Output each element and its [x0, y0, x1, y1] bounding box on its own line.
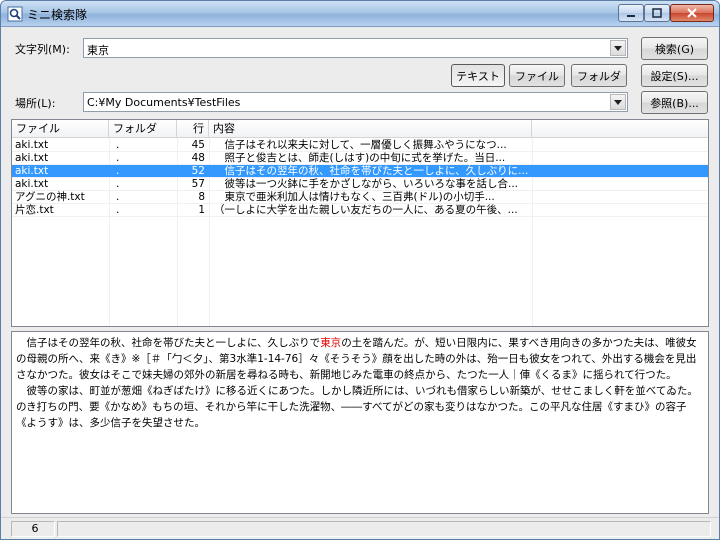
column-header-file[interactable]: ファイル	[12, 120, 109, 138]
table-row[interactable]: aki.txt. 52 信子はその翌年の秋、社命を帯びた夫と一しよに、久しぶりに.…	[12, 165, 708, 178]
column-header-content[interactable]: 内容	[209, 120, 532, 138]
cell-line: 52	[191, 165, 205, 177]
cell-file: aki.txt	[15, 139, 49, 151]
minimize-icon	[627, 15, 635, 17]
search-button[interactable]: 検索(G)	[641, 37, 708, 60]
cell-folder: .	[116, 165, 120, 177]
cell-line: 8	[198, 191, 205, 203]
cell-content: 彼等は一つ火鉢に手をかざしながら、いろいろな事を話し合...	[214, 178, 519, 190]
main-window: ミニ検索隊 文字列(M): 東京 検索(G) テキスト ファイル フォルダ 設定…	[0, 0, 720, 540]
status-message	[57, 521, 711, 537]
preview-text: 信子はその翌年の秋、社命を帯びた夫と一しよに、久しぶりで	[16, 337, 321, 349]
settings-button[interactable]: 設定(S)...	[641, 64, 708, 87]
cell-content: 東京で亜米利加人は情けもなく、三百弗(ドル)の小切手...	[214, 191, 495, 203]
place-combobox[interactable]: C:¥My Documents¥TestFiles	[83, 92, 628, 112]
chevron-down-icon	[614, 99, 622, 105]
close-icon	[687, 8, 697, 18]
cell-line: 48	[191, 152, 205, 164]
cell-folder: .	[116, 178, 120, 190]
table-row[interactable]: aki.txt. 48 照子と俊吉とは、師走(しはす)の中旬に式を挙げた。当日..…	[12, 152, 708, 165]
cell-file: アグニの神.txt	[15, 191, 85, 203]
cell-folder: .	[116, 139, 120, 151]
results-list[interactable]: ファイル フォルダ 行 内容 aki.txt. 45 信子はそれ以来夫に対して、一…	[11, 119, 709, 327]
text-mode-button[interactable]: テキスト	[451, 64, 505, 87]
cell-line: 45	[191, 139, 205, 151]
minimize-button[interactable]	[618, 4, 644, 22]
status-bar: 6	[1, 517, 719, 539]
table-row[interactable]: アグニの神.txt. 8 東京で亜米利加人は情けもなく、三百弗(ドル)の小切手..…	[12, 191, 708, 204]
text-field-label: 文字列(M):	[15, 43, 70, 56]
preview-paragraph: 信子はその翌年の秋、社命を帯びた夫と一しよに、久しぶりで東京の土を踏んだ。が、短…	[16, 335, 704, 383]
table-row[interactable]: aki.txt. 57 彼等は一つ火鉢に手をかざしながら、いろいろな事を話し合..…	[12, 178, 708, 191]
cell-content: （一しよに大学を出た親しい友だちの一人に、ある夏の午後、...	[214, 204, 518, 216]
text-combobox[interactable]: 東京	[83, 38, 628, 58]
text-combobox-value: 東京	[87, 44, 109, 57]
cell-file: aki.txt	[15, 178, 49, 190]
table-row[interactable]: 片恋.txt. 1 （一しよに大学を出た親しい友だちの一人に、ある夏の午後、...	[12, 204, 708, 217]
cell-line: 1	[198, 204, 205, 216]
cell-file: 片恋.txt	[15, 204, 54, 216]
browse-button[interactable]: 参照(B)...	[641, 91, 708, 114]
search-magnifier-icon	[7, 6, 23, 22]
cell-content: 照子と俊吉とは、師走(しはす)の中旬に式を挙げた。当日...	[214, 152, 506, 164]
table-row[interactable]: aki.txt. 45 信子はそれ以来夫に対して、一層優しく振舞ふやうになつ...	[12, 139, 708, 152]
place-combobox-dropdown[interactable]	[610, 94, 626, 110]
place-combobox-value: C:¥My Documents¥TestFiles	[87, 96, 241, 109]
window-title: ミニ検索隊	[27, 8, 88, 22]
cell-folder: .	[116, 191, 120, 203]
column-header-folder[interactable]: フォルダ	[109, 120, 177, 138]
results-header: ファイル フォルダ 行 内容	[12, 120, 708, 138]
column-header-line[interactable]: 行	[177, 120, 209, 138]
title-bar[interactable]: ミニ検索隊	[1, 1, 719, 27]
cell-file: aki.txt	[15, 165, 49, 177]
maximize-icon	[652, 8, 662, 18]
text-combobox-dropdown[interactable]	[610, 40, 626, 56]
chevron-down-icon	[614, 45, 622, 51]
cell-folder: .	[116, 152, 120, 164]
file-mode-button[interactable]: ファイル	[509, 64, 565, 87]
preview-pane[interactable]: 信子はその翌年の秋、社命を帯びた夫と一しよに、久しぶりで東京の土を踏んだ。が、短…	[11, 331, 709, 514]
maximize-button[interactable]	[644, 4, 670, 22]
place-field-label: 場所(L):	[15, 97, 56, 110]
cell-content: 信子はその翌年の秋、社命を帯びた夫と一しよに、久しぶりに...	[214, 165, 529, 177]
cell-folder: .	[116, 204, 120, 216]
cell-line: 57	[191, 178, 205, 190]
preview-paragraph: 彼等の家は、町並が葱畑《ねぎばたけ》に移る近くにあつた。しかし隣近所には、いづれ…	[16, 385, 698, 429]
cell-file: aki.txt	[15, 152, 49, 164]
search-hit-highlight: 東京	[320, 337, 342, 349]
cell-content: 信子はそれ以来夫に対して、一層優しく振舞ふやうになつ...	[214, 139, 507, 151]
close-button[interactable]	[670, 4, 714, 22]
result-count: 6	[11, 521, 55, 537]
folder-mode-button[interactable]: フォルダ	[571, 64, 627, 87]
